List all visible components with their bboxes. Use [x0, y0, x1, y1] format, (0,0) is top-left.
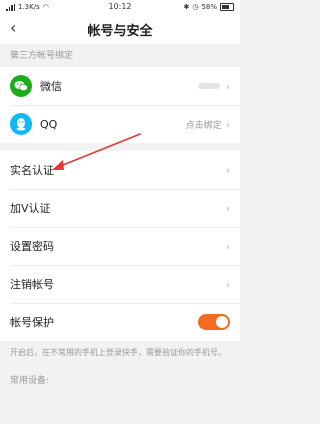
- alarm-icon: ◷: [192, 3, 199, 11]
- third-party-list: 微信 › QQ 点击绑定 ›: [0, 67, 240, 143]
- v-verification-row[interactable]: 加V认证 ›: [0, 189, 240, 227]
- delete-account-row[interactable]: 注销帐号 ›: [0, 265, 240, 303]
- chevron-right-icon: ›: [225, 117, 230, 131]
- battery-icon: [220, 3, 234, 11]
- common-devices-label: 常用设备:: [0, 365, 240, 394]
- wechat-label: 微信: [40, 80, 62, 93]
- third-party-section-title: 第三方帐号绑定: [0, 45, 240, 67]
- battery-percent: 58%: [201, 3, 217, 11]
- account-menu-list: 实名认证 › 加V认证 › 设置密码 › 注销帐号 › 帐号保护: [0, 151, 240, 341]
- status-bar: 1.3K/s ◠ 10:12 ✱ ◷ 58%: [0, 0, 240, 14]
- set-password-label: 设置密码: [10, 240, 54, 253]
- wechat-icon: [10, 75, 32, 97]
- network-speed: 1.3K/s: [18, 3, 40, 11]
- chevron-right-icon: ›: [225, 239, 230, 253]
- navigation-bar: ‹ 帐号与安全: [0, 14, 240, 45]
- v-verification-label: 加V认证: [10, 202, 51, 215]
- page-title: 帐号与安全: [87, 23, 153, 39]
- account-protection-row: 帐号保护: [0, 303, 240, 341]
- qq-binding-row[interactable]: QQ 点击绑定 ›: [0, 105, 240, 143]
- wechat-binding-row[interactable]: 微信 ›: [0, 67, 240, 105]
- status-right: ✱ ◷ 58%: [183, 3, 234, 11]
- set-password-row[interactable]: 设置密码 ›: [0, 227, 240, 265]
- real-name-auth-row[interactable]: 实名认证 ›: [0, 151, 240, 189]
- account-protection-hint: 开启后，在不常用的手机上登录快手，需要验证你的手机号。: [0, 341, 240, 365]
- back-icon[interactable]: ‹: [10, 20, 16, 36]
- wechat-bound-name: [197, 83, 220, 89]
- account-protection-toggle[interactable]: [198, 314, 230, 330]
- delete-account-label: 注销帐号: [10, 278, 54, 291]
- signal-icon: [6, 3, 15, 11]
- qq-label: QQ: [40, 117, 58, 131]
- wifi-icon: ◠: [42, 3, 49, 11]
- chevron-right-icon: ›: [225, 79, 230, 93]
- bluetooth-icon: ✱: [183, 3, 190, 11]
- status-left: 1.3K/s ◠: [6, 3, 49, 11]
- chevron-right-icon: ›: [225, 277, 230, 291]
- status-time: 10:12: [108, 2, 132, 11]
- qq-icon: [10, 113, 32, 135]
- account-protection-label: 帐号保护: [10, 316, 54, 329]
- chevron-right-icon: ›: [225, 201, 230, 215]
- chevron-right-icon: ›: [225, 163, 230, 177]
- real-name-auth-label: 实名认证: [10, 164, 54, 177]
- section-gap: [0, 143, 240, 151]
- qq-bind-action[interactable]: 点击绑定: [186, 118, 222, 131]
